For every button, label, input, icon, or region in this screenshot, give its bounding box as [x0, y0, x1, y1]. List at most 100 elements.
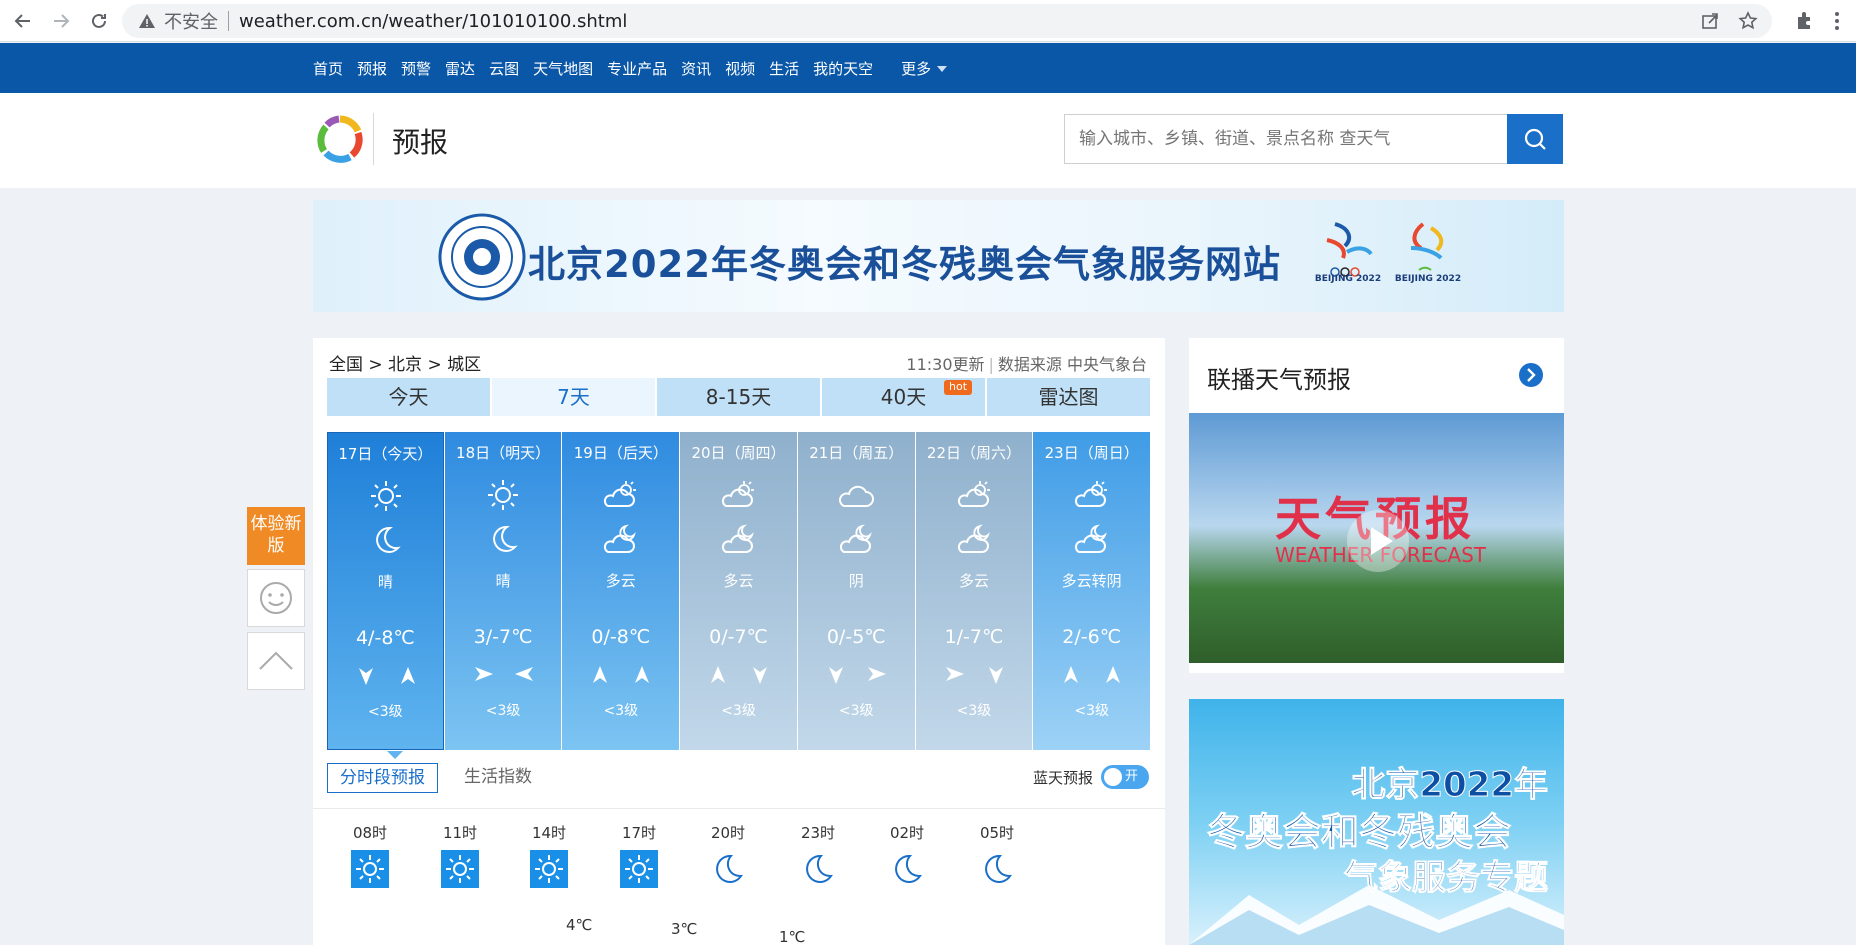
nav-item-life[interactable]: 生活	[769, 58, 799, 79]
site-top-nav: 首页 预报 预警 雷达 云图 天气地图 专业产品 资讯 视频 生活 我的天空 更…	[0, 43, 1856, 93]
day-temperature: 0/-5℃	[826, 626, 886, 648]
bookmark-star-icon[interactable]	[1738, 11, 1758, 31]
hour-temperature: 3℃	[671, 920, 698, 938]
olympic-emblem-icon	[1326, 222, 1373, 277]
tab-7-days[interactable]: 7天	[492, 378, 655, 416]
sun-icon	[351, 850, 389, 888]
snow-mountain-illustration	[1189, 885, 1564, 945]
promo-line-2: 冬奥会和冬残奥会	[1206, 810, 1512, 855]
day-card[interactable]: 21日（周五） 阴 0/-5℃ <3级	[797, 432, 915, 750]
day-card[interactable]: 23日（周日） 多云转阴 2/-6℃ <3级	[1033, 432, 1151, 750]
forecast-panel: 全国 > 北京 > 城区 11:30更新 | 数据来源 中央气象台 今天 7天 8-…	[313, 338, 1165, 945]
day-date: 17日（今天）	[338, 445, 433, 463]
day-card[interactable]: 17日（今天） 晴 4/-8℃ <3级	[327, 432, 444, 759]
moon-icon	[895, 854, 922, 883]
update-info: 11:30更新 | 数据来源 中央气象台	[906, 351, 1147, 375]
wind-level: <3级	[603, 703, 639, 719]
day-temperature: 2/-6℃	[1062, 626, 1122, 648]
menu-kebab-icon[interactable]	[1826, 10, 1848, 32]
extensions-puzzle-icon[interactable]	[1794, 10, 1816, 32]
share-icon[interactable]	[1700, 11, 1720, 31]
forward-button[interactable]	[46, 6, 76, 36]
nav-item-more[interactable]: 更多	[901, 58, 947, 79]
partly-cloudy-night-icon	[722, 524, 755, 553]
moon-icon	[806, 854, 833, 883]
day-card[interactable]: 22日（周六） 多云 1/-7℃ <3级	[915, 432, 1033, 750]
day-date: 20日（周四）	[691, 444, 786, 462]
nav-item-cloud[interactable]: 云图	[489, 58, 519, 79]
url-text[interactable]: weather.com.cn/weather/101010100.shtml	[239, 11, 627, 32]
wind-direction	[473, 664, 535, 688]
wind-arrow-up-icon	[711, 666, 726, 683]
day-weather-desc: 阴	[848, 572, 864, 590]
beijing-2022-paralympic-logo: BEIJING 2022	[1393, 218, 1463, 302]
address-bar[interactable]: 不安全 weather.com.cn/weather/101010100.sht…	[122, 4, 1772, 38]
winter-olympics-promo[interactable]: 北京2022年 冬奥会和冬残奥会 气象服务专题	[1189, 699, 1564, 945]
blue-sky-label: 蓝天预报	[1032, 768, 1093, 787]
nav-item-forecast[interactable]: 预报	[357, 58, 387, 79]
hour-label: 14时	[531, 824, 567, 842]
partly-cloudy-day-icon	[722, 481, 755, 507]
weather-forecast-video[interactable]: 天气预报 WEATHER FORECAST	[1189, 413, 1564, 663]
day-weather-desc: 多云转阴	[1061, 572, 1122, 590]
nav-item-weather-map[interactable]: 天气地图	[533, 58, 593, 79]
broadcast-title[interactable]: 联播天气预报	[1207, 360, 1351, 395]
nav-item-video[interactable]: 视频	[725, 58, 755, 79]
wind-arrow-up-icon	[635, 666, 650, 683]
tab-hourly-forecast[interactable]: 分时段预报	[327, 763, 438, 793]
nav-item-home[interactable]: 首页	[313, 58, 343, 79]
sun-icon	[441, 850, 479, 888]
chevron-right-circle-icon[interactable]	[1518, 362, 1544, 388]
detail-subtabs: 分时段预报 生活指数	[327, 762, 558, 794]
play-button[interactable]	[1347, 510, 1409, 572]
blue-sky-toggle[interactable]: 开	[1101, 765, 1149, 789]
search-button[interactable]	[1507, 114, 1563, 164]
tab-life-index[interactable]: 生活指数	[452, 763, 544, 793]
day-card[interactable]: 18日（明天） 晴 3/-7℃ <3级	[444, 432, 562, 750]
browser-toolbar: 不安全 weather.com.cn/weather/101010100.sht…	[0, 0, 1856, 42]
nav-item-pro-products[interactable]: 专业产品	[607, 58, 667, 79]
day-card[interactable]: 20日（周四） 多云 0/-7℃ <3级	[680, 432, 797, 750]
winter-olympics-banner[interactable]: 北京2022年冬奥会和冬残奥会气象服务网站 BEIJING 2022 BEIJI…	[313, 200, 1564, 312]
wind-direction	[826, 664, 888, 688]
breadcrumb[interactable]: 全国 > 北京 > 城区	[329, 350, 481, 375]
update-time: 11:30更新	[906, 355, 985, 374]
wind-arrow-up-icon	[1106, 666, 1121, 683]
site-logo[interactable]	[314, 113, 366, 165]
feedback-button[interactable]	[247, 569, 305, 627]
tab-40-days[interactable]: 40天 hot	[822, 378, 985, 416]
search-input[interactable]	[1065, 115, 1505, 163]
nav-item-news[interactable]: 资讯	[681, 58, 711, 79]
hot-badge: hot	[944, 380, 973, 395]
banner-text: 北京2022年冬奥会和冬残奥会气象服务网站	[528, 243, 1281, 286]
hour-label: 02时	[889, 824, 925, 842]
data-source: 数据来源 中央气象台	[997, 355, 1147, 374]
nav-item-warning[interactable]: 预警	[401, 58, 431, 79]
hourly-forecast: 08时 11时 14时 17时 20时 23时 02时 05时 4℃ 3℃ 1℃	[313, 822, 1165, 945]
try-new-version-button[interactable]: 体验新版	[247, 507, 305, 565]
day-card[interactable]: 19日（后天） 多云 0/-8℃ <3级	[562, 432, 680, 750]
wind-direction	[1061, 664, 1123, 688]
sun-icon	[487, 480, 518, 510]
wind-arrow-down-icon	[828, 667, 843, 684]
partly-cloudy-night-icon	[839, 524, 872, 553]
day-temperature: 4/-8℃	[355, 627, 415, 649]
back-arrow-icon	[14, 13, 30, 28]
back-to-top-button[interactable]	[247, 632, 305, 690]
wind-arrow-right-icon	[945, 667, 964, 681]
tab-8-15-days[interactable]: 8-15天	[657, 378, 820, 416]
sun-icon	[371, 481, 401, 511]
day-weather-desc: 多云	[605, 572, 636, 590]
hour-temperature: 4℃	[566, 916, 593, 934]
nav-item-my-sky[interactable]: 我的天空	[813, 58, 873, 79]
reload-button[interactable]	[84, 6, 114, 36]
wind-arrow-right-icon	[474, 667, 493, 681]
blue-sky-forecast: 蓝天预报 开	[1033, 765, 1149, 789]
nav-item-radar[interactable]: 雷达	[445, 58, 475, 79]
wind-arrow-up-icon	[401, 667, 415, 684]
tab-today[interactable]: 今天	[327, 378, 490, 416]
day-date: 21日（周五）	[809, 444, 904, 462]
tab-radar[interactable]: 雷达图	[987, 378, 1150, 416]
back-button[interactable]	[8, 6, 38, 36]
partly-cloudy-day-icon	[957, 481, 990, 507]
